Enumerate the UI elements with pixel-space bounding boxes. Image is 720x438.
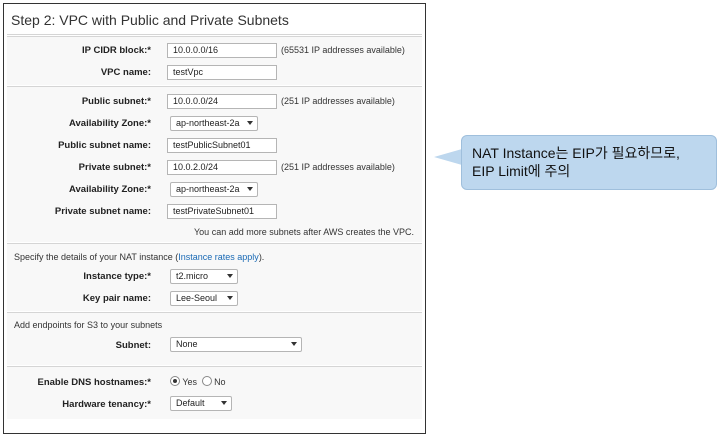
- endpoint-subnet-value: None: [176, 339, 198, 349]
- az2-select[interactable]: ap-northeast-2a: [170, 182, 258, 197]
- vpc-name-input[interactable]: testVpc: [167, 65, 277, 80]
- az1-select[interactable]: ap-northeast-2a: [170, 116, 258, 131]
- chevron-down-icon: [227, 296, 233, 300]
- title-divider: [7, 34, 422, 35]
- endpoint-subnet-select[interactable]: None: [170, 337, 302, 352]
- key-pair-select[interactable]: Lee-Seoul: [170, 291, 238, 306]
- cidr-label: IP CIDR block:*: [82, 45, 151, 56]
- nat-intro-end: ).: [258, 252, 265, 262]
- tenancy-value: Default: [176, 398, 205, 408]
- public-subnet-label: Public subnet:*: [81, 96, 151, 107]
- endpoints-section: Add endpoints for S3 to your subnets Sub…: [7, 312, 422, 365]
- public-subnet-name-input[interactable]: testPublicSubnet01: [167, 138, 277, 153]
- instance-type-select[interactable]: t2.micro: [170, 269, 238, 284]
- vpc-section: IP CIDR block:* 10.0.0.0/16 (65531 IP ad…: [7, 36, 422, 85]
- subnets-section: Public subnet:* 10.0.0.0/24 (251 IP addr…: [7, 86, 422, 242]
- private-subnet-label: Private subnet:*: [78, 162, 151, 173]
- az2-label: Availability Zone:*: [69, 184, 151, 195]
- instance-rates-link[interactable]: Instance rates apply: [178, 252, 259, 262]
- dns-hostnames-label: Enable DNS hostnames:*: [37, 377, 152, 388]
- endpoint-subnet-label: Subnet:: [115, 340, 151, 351]
- more-subnets-note: You can add more subnets after AWS creat…: [194, 227, 414, 237]
- callout-line-1: NAT Instance는 EIP가 필요하므로,: [472, 145, 680, 161]
- nat-intro: Specify the details of your NAT instance…: [14, 252, 264, 262]
- vpc-wizard-panel: Step 2: VPC with Public and Private Subn…: [3, 3, 426, 434]
- private-subnet-name-input[interactable]: testPrivateSubnet01: [167, 204, 277, 219]
- instance-type-label: Instance type:*: [83, 271, 151, 282]
- public-subnet-note: (251 IP addresses available): [281, 96, 395, 106]
- nat-section: Specify the details of your NAT instance…: [7, 243, 422, 311]
- private-subnet-name-label: Private subnet name:: [54, 206, 151, 217]
- private-subnet-input[interactable]: 10.0.2.0/24: [167, 160, 277, 175]
- annotation-callout: NAT Instance는 EIP가 필요하므로, EIP Limit에 주의: [461, 135, 717, 190]
- az2-value: ap-northeast-2a: [176, 184, 240, 194]
- callout-tail: [434, 149, 462, 165]
- instance-type-value: t2.micro: [176, 271, 209, 281]
- chevron-down-icon: [247, 187, 253, 191]
- az1-value: ap-northeast-2a: [176, 118, 240, 128]
- cidr-input[interactable]: 10.0.0.0/16: [167, 43, 277, 58]
- key-pair-label: Key pair name:: [82, 293, 151, 304]
- page-title: Step 2: VPC with Public and Private Subn…: [11, 12, 289, 28]
- chevron-down-icon: [221, 401, 227, 405]
- nat-intro-text: Specify the details of your NAT instance…: [14, 252, 179, 262]
- public-subnet-name-label: Public subnet name:: [58, 140, 151, 151]
- az1-label: Availability Zone:*: [69, 118, 151, 129]
- private-subnet-note: (251 IP addresses available): [281, 162, 395, 172]
- chevron-down-icon: [227, 274, 233, 278]
- dns-no-label: No: [214, 377, 226, 387]
- endpoints-intro: Add endpoints for S3 to your subnets: [14, 320, 163, 330]
- public-subnet-input[interactable]: 10.0.0.0/24: [167, 94, 277, 109]
- chevron-down-icon: [291, 342, 297, 346]
- dns-no-radio[interactable]: [201, 376, 212, 386]
- tenancy-label: Hardware tenancy:*: [62, 399, 151, 410]
- dns-yes-radio[interactable]: [170, 376, 180, 386]
- callout-line-2: EIP Limit에 주의: [472, 163, 571, 179]
- dns-yes-label: Yes: [182, 377, 198, 387]
- dns-radio-group: Yes No: [170, 376, 226, 387]
- cidr-note: (65531 IP addresses available): [281, 45, 405, 55]
- tenancy-select[interactable]: Default: [170, 396, 232, 411]
- key-pair-value: Lee-Seoul: [176, 293, 218, 303]
- chevron-down-icon: [247, 121, 253, 125]
- dns-section: Enable DNS hostnames:* Yes No Hardware t…: [7, 366, 422, 419]
- vpc-name-label: VPC name:: [100, 67, 151, 78]
